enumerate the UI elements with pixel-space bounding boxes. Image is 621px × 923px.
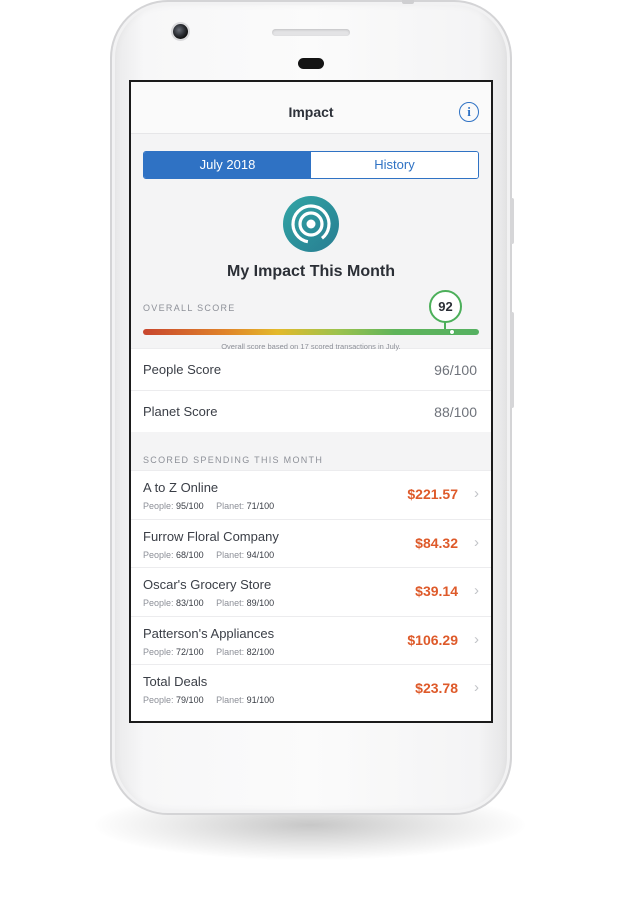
chevron-right-icon: › [474,679,479,696]
merchant-name: Patterson's Appliances [143,625,275,641]
list-item[interactable]: Oscar's Grocery Store People: 83/100 Pla… [131,567,491,616]
planet-score: 91/100 [246,695,275,705]
people-prefix: People: [143,598,174,608]
chevron-right-icon: › [474,485,479,502]
merchant-name: Furrow Floral Company [143,528,279,544]
navigation-bar: Impact i [131,82,491,134]
list-item[interactable]: Total Deals People: 79/100 Planet: 91/10… [131,664,491,713]
planet-score: 94/100 [246,549,275,560]
people-score: 79/100 [176,695,204,705]
score-breakdown: People Score 96/100 Planet Score 88/100 [131,348,491,432]
period-segmented-control: July 2018 History [143,151,479,179]
people-prefix: People: [143,646,174,657]
list-item[interactable]: Furrow Floral Company People: 68/100 Pla… [131,518,491,567]
planet-prefix: Planet: [216,501,245,511]
score-gradient-bar [143,329,479,335]
people-score: 72/100 [176,646,204,657]
merchant-name: A to Z Online [143,480,219,495]
transaction-amount: $221.57 [407,486,458,502]
transaction-amount: $23.78 [415,680,458,696]
people-score: 83/100 [176,598,204,608]
merchant-scores: People: 68/100 Planet: 94/100 [143,550,274,560]
overall-score-label: OVERALL SCORE [143,303,236,313]
overall-score-note: Overall score based on 17 scored transac… [221,342,401,351]
page-title: Impact [288,104,334,120]
impact-heading: My Impact This Month [227,263,395,280]
planet-score: 89/100 [246,598,275,608]
planet-score-label: Planet Score [143,404,218,419]
transaction-list: A to Z Online People: 95/100 Planet: 71/… [131,470,491,713]
people-prefix: People: [143,695,174,705]
phone-top-button [402,0,414,4]
spending-section-label: SCORED SPENDING THIS MONTH [143,455,324,465]
planet-prefix: Planet: [216,598,245,608]
app-screen: Impact i July 2018 History My Impact Thi… [129,80,493,723]
people-score: 68/100 [176,549,204,560]
people-score: 95/100 [176,501,204,511]
chevron-right-icon: › [474,630,479,648]
transaction-amount: $39.14 [415,583,458,599]
phone-power-button [510,198,514,244]
transaction-amount: $106.29 [407,631,458,648]
impact-summary: July 2018 History My Impact This Month O… [131,134,491,351]
concentric-circles-icon [283,196,339,252]
planet-score: 71/100 [246,501,275,511]
merchant-scores: People: 79/100 Planet: 91/100 [143,695,274,705]
chevron-right-icon: › [474,582,479,599]
earpiece-speaker [272,29,350,36]
planet-score-row: Planet Score 88/100 [131,390,491,432]
list-item[interactable]: Patterson's Appliances People: 72/100 Pl… [131,615,491,664]
people-score-row: People Score 96/100 [131,348,491,390]
tab-july-2018[interactable]: July 2018 [144,152,311,178]
tab-history[interactable]: History [311,152,478,178]
people-prefix: People: [143,549,174,560]
list-item[interactable]: A to Z Online People: 95/100 Planet: 71/… [131,470,491,519]
spending-section-header: SCORED SPENDING THIS MONTH [131,432,491,470]
merchant-scores: People: 95/100 Planet: 71/100 [143,501,274,511]
planet-prefix: Planet: [216,695,245,705]
merchant-name: Total Deals [143,674,208,689]
planet-score-value: 88/100 [434,403,477,420]
front-camera [173,24,188,39]
overall-score-badge: 92 [429,290,462,323]
people-score-value: 96/100 [434,361,477,378]
merchant-name: Oscar's Grocery Store [143,577,272,592]
planet-prefix: Planet: [216,646,245,657]
merchant-scores: People: 83/100 Planet: 89/100 [143,598,274,608]
info-icon[interactable]: i [459,102,479,122]
people-prefix: People: [143,501,174,511]
overall-score-section: OVERALL SCORE 92 Overall score based on … [131,290,491,351]
chevron-right-icon: › [474,533,479,551]
planet-prefix: Planet: [216,549,245,560]
phone-volume-button [510,312,514,408]
proximity-sensor [298,58,324,69]
people-score-label: People Score [143,362,222,377]
merchant-scores: People: 72/100 Planet: 82/100 [143,647,274,657]
planet-score: 82/100 [246,646,275,657]
transaction-amount: $84.32 [415,534,458,551]
